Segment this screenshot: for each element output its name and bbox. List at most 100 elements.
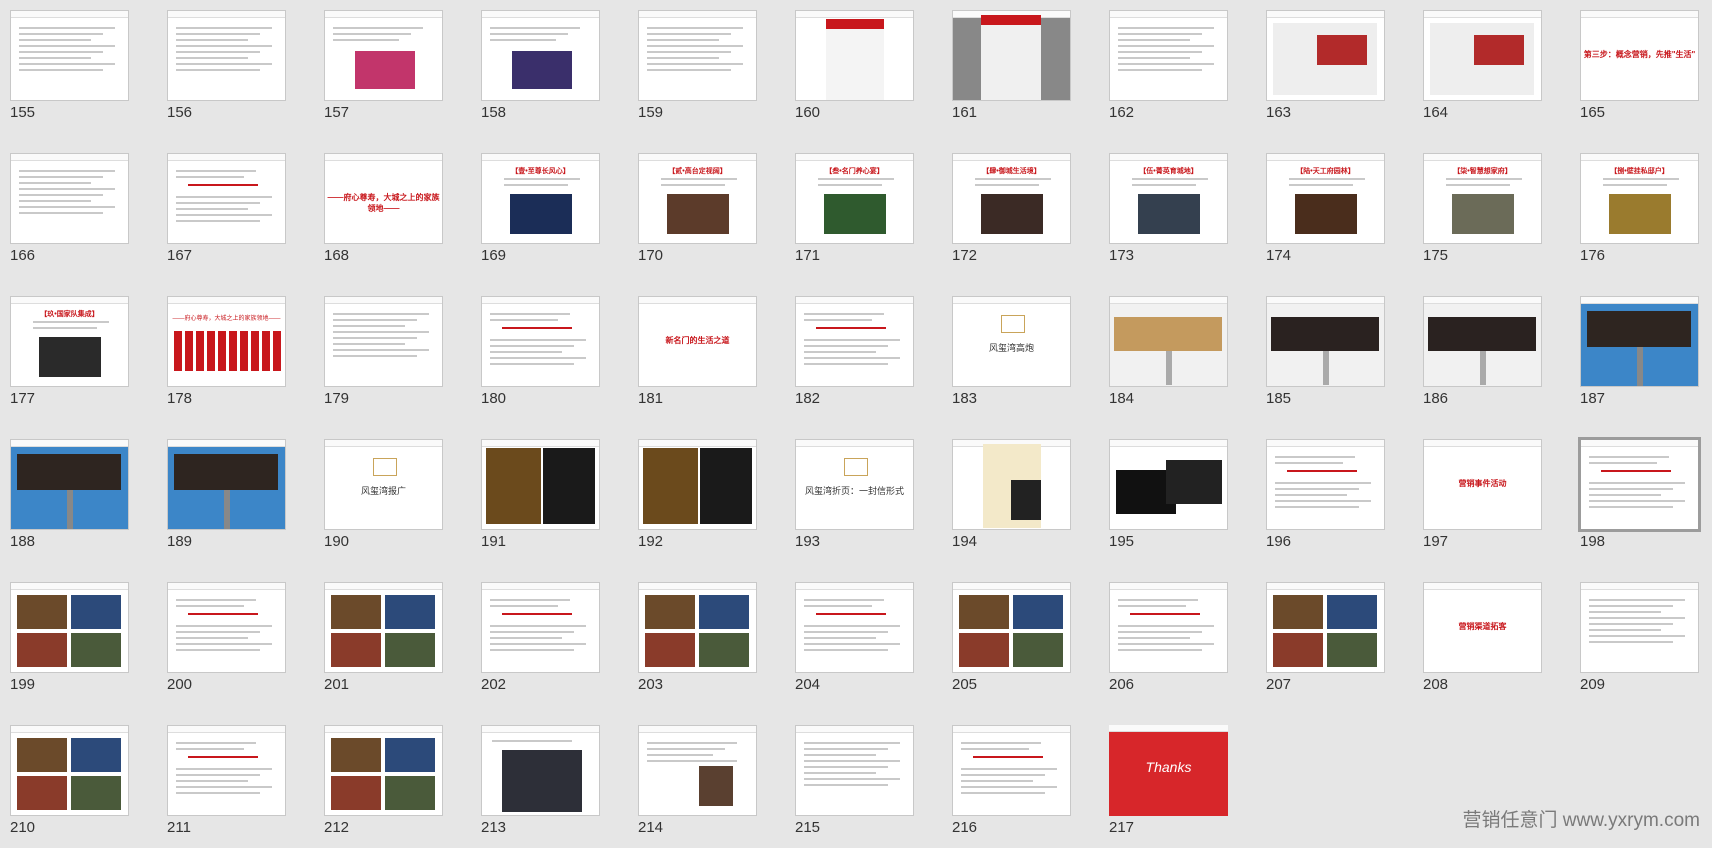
slide-preview[interactable]: 营销事件活动 [1423,439,1542,530]
slide-thumbnail-198[interactable]: 198 [1578,437,1701,562]
slide-preview[interactable] [10,10,129,101]
slide-thumbnail-207[interactable]: 207 [1266,582,1385,705]
slide-preview[interactable]: 营销渠道拓客 [1423,582,1542,673]
slide-thumbnail-184[interactable]: 184 [1109,296,1228,419]
slide-preview[interactable] [481,296,600,387]
slide-thumbnail-186[interactable]: 186 [1423,296,1542,419]
slide-preview[interactable] [795,582,914,673]
slide-preview[interactable]: 【陆•天工府园林】 [1266,153,1385,244]
slide-preview[interactable] [481,725,600,816]
slide-preview[interactable] [481,439,600,530]
slide-preview[interactable] [638,439,757,530]
slide-preview[interactable] [167,582,286,673]
slide-thumbnail-193[interactable]: 风玺湾折页：一封信形式 193 [795,439,914,562]
slide-thumbnail-170[interactable]: 【贰•高台定视阔】 170 [638,153,757,276]
slide-preview[interactable] [167,439,286,530]
slide-preview[interactable] [324,582,443,673]
slide-thumbnail-187[interactable]: 187 [1580,296,1699,419]
slide-preview[interactable]: 【壹•至尊长风心】 [481,153,600,244]
slide-preview[interactable]: 风玺湾高炮 [952,296,1071,387]
slide-preview[interactable] [1109,439,1228,530]
slide-thumbnail-183[interactable]: 风玺湾高炮 183 [952,296,1071,419]
slide-preview[interactable]: ——府心尊寿，大城之上的家族领地—— [324,153,443,244]
slide-thumbnail-208[interactable]: 营销渠道拓客 208 [1423,582,1542,705]
slide-thumbnail-176[interactable]: 【捌•壁挂私邸户】 176 [1580,153,1699,276]
slide-thumbnail-201[interactable]: 201 [324,582,443,705]
slide-preview[interactable] [952,439,1071,530]
slide-thumbnail-162[interactable]: 162 [1109,10,1228,133]
slide-thumbnail-185[interactable]: 185 [1266,296,1385,419]
slide-preview[interactable] [10,582,129,673]
slide-thumbnail-177[interactable]: 【玖•国家队集成】 177 [10,296,129,419]
slide-preview[interactable] [638,582,757,673]
slide-thumbnail-161[interactable]: 161 [952,10,1071,133]
slide-preview[interactable]: 【捌•壁挂私邸户】 [1580,153,1699,244]
slide-thumbnail-171[interactable]: 【叁•名门养心宴】 171 [795,153,914,276]
slide-preview[interactable] [1578,437,1701,532]
slide-thumbnail-169[interactable]: 【壹•至尊长风心】 169 [481,153,600,276]
slide-preview[interactable]: 第三步：概念营销，先推"生活" [1580,10,1699,101]
slide-preview[interactable] [324,296,443,387]
slide-preview[interactable] [167,153,286,244]
slide-thumbnail-204[interactable]: 204 [795,582,914,705]
slide-preview[interactable]: ——府心尊寿，大城之上的家族领地—— [167,296,286,387]
slide-thumbnail-157[interactable]: 157 [324,10,443,133]
slide-preview[interactable] [795,10,914,101]
slide-preview[interactable] [638,10,757,101]
slide-thumbnail-189[interactable]: 189 [167,439,286,562]
slide-thumbnail-159[interactable]: 159 [638,10,757,133]
slide-thumbnail-180[interactable]: 180 [481,296,600,419]
slide-thumbnail-206[interactable]: 206 [1109,582,1228,705]
slide-thumbnail-188[interactable]: 188 [10,439,129,562]
slide-preview[interactable] [1580,582,1699,673]
slide-thumbnail-192[interactable]: 192 [638,439,757,562]
slide-preview[interactable] [1109,582,1228,673]
slide-preview[interactable] [952,10,1071,101]
slide-preview[interactable] [1266,296,1385,387]
slide-preview[interactable]: Thanks [1109,725,1228,816]
slide-thumbnail-163[interactable]: 163 [1266,10,1385,133]
slide-preview[interactable]: 【肆•御城生活境】 [952,153,1071,244]
slide-preview[interactable] [481,10,600,101]
slide-preview[interactable] [10,153,129,244]
slide-preview[interactable]: 【玖•国家队集成】 [10,296,129,387]
slide-preview[interactable]: 【叁•名门养心宴】 [795,153,914,244]
slide-thumbnail-197[interactable]: 营销事件活动 197 [1423,439,1542,562]
slide-preview[interactable]: 【伍•菁英育城地】 [1109,153,1228,244]
slide-preview[interactable] [10,439,129,530]
slide-preview[interactable] [167,725,286,816]
slide-thumbnail-155[interactable]: 155 [10,10,129,133]
slide-thumbnail-168[interactable]: ——府心尊寿，大城之上的家族领地—— 168 [324,153,443,276]
slide-thumbnail-156[interactable]: 156 [167,10,286,133]
slide-preview[interactable] [952,582,1071,673]
slide-thumbnail-210[interactable]: 210 [10,725,129,848]
slide-thumbnail-172[interactable]: 【肆•御城生活境】 172 [952,153,1071,276]
slide-thumbnail-160[interactable]: 160 [795,10,914,133]
slide-thumbnail-158[interactable]: 158 [481,10,600,133]
slide-preview[interactable] [1423,296,1542,387]
slide-thumbnail-196[interactable]: 196 [1266,439,1385,562]
slide-preview[interactable] [1423,10,1542,101]
slide-thumbnail-190[interactable]: 风玺湾报广 190 [324,439,443,562]
slide-thumbnail-211[interactable]: 211 [167,725,286,848]
slide-thumbnail-195[interactable]: 195 [1109,439,1228,562]
slide-thumbnail-217[interactable]: Thanks 217 [1109,725,1228,848]
slide-preview[interactable] [167,10,286,101]
slide-preview[interactable]: 【贰•高台定视阔】 [638,153,757,244]
slide-thumbnail-164[interactable]: 164 [1423,10,1542,133]
slide-thumbnail-216[interactable]: 216 [952,725,1071,848]
slide-preview[interactable] [1109,296,1228,387]
slide-preview[interactable]: 风玺湾折页：一封信形式 [795,439,914,530]
slide-thumbnail-175[interactable]: 【柒•智慧想家府】 175 [1423,153,1542,276]
slide-thumbnail-214[interactable]: 214 [638,725,757,848]
slide-preview[interactable] [638,725,757,816]
slide-preview[interactable]: 新名门的生活之道 [638,296,757,387]
slide-thumbnail-203[interactable]: 203 [638,582,757,705]
slide-thumbnail-191[interactable]: 191 [481,439,600,562]
slide-thumbnail-178[interactable]: ——府心尊寿，大城之上的家族领地—— 178 [167,296,286,419]
slide-thumbnail-179[interactable]: 179 [324,296,443,419]
slide-thumbnail-194[interactable]: 194 [952,439,1071,562]
slide-preview[interactable] [1580,296,1699,387]
slide-thumbnail-199[interactable]: 199 [10,582,129,705]
slide-preview[interactable] [1266,582,1385,673]
